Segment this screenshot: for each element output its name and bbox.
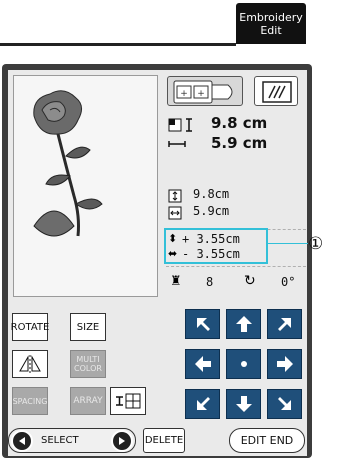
thread-count: 8 — [206, 275, 214, 289]
arrow-up-icon — [235, 316, 252, 332]
arrow-down-icon — [235, 396, 252, 412]
callout-number: ① — [308, 234, 324, 254]
dimension-icon — [168, 189, 182, 220]
center-dot-icon — [240, 361, 247, 367]
arrow-up-left-icon — [196, 318, 210, 331]
select-previous-button[interactable] — [11, 430, 33, 452]
move-up-right-button[interactable] — [267, 309, 302, 339]
horizontal-arrow-icon: ⬌ — [168, 247, 178, 260]
divider — [166, 266, 306, 267]
move-down-button[interactable] — [226, 389, 261, 419]
arrow-left-icon — [194, 356, 211, 372]
triangle-right-icon — [119, 437, 125, 445]
view-toggle-button[interactable] — [254, 76, 298, 106]
move-down-right-button[interactable] — [267, 389, 302, 419]
triangle-left-icon — [19, 437, 25, 445]
dimension-readout: 9.8cm 5.9cm — [167, 186, 302, 224]
offset-readout: ⬍ ⬌ + 3.55cm - 3.55cm — [168, 232, 288, 262]
spool-icon: ♜ — [170, 274, 182, 289]
size-height-value: 9.8 cm — [211, 114, 268, 132]
svg-text:+: + — [197, 89, 205, 99]
select-label: SELECT — [41, 435, 79, 446]
dimension-width: 5.9cm — [193, 204, 230, 218]
size-readout: 9.8 cm 5.9 cm — [167, 114, 302, 156]
tab-line-2: Edit — [260, 23, 282, 37]
thread-mark-button[interactable] — [110, 387, 146, 415]
rose-design-image — [33, 90, 103, 237]
direction-pad — [185, 309, 303, 419]
horizontal-offset: - 3.55cm — [182, 247, 240, 261]
count-angle-row: ♜ 8 ↻ 0° — [168, 273, 303, 294]
rotation-angle: 0° — [281, 275, 296, 289]
embroidery-edit-tab[interactable]: Embroidery Edit — [236, 3, 306, 44]
arrow-up-right-icon — [277, 318, 291, 331]
multi-color-label-2: COLOR — [74, 364, 102, 373]
tab-rule — [0, 43, 236, 46]
move-up-left-button[interactable] — [185, 309, 220, 339]
mirror-icon — [19, 355, 41, 373]
tab-line-1: Embroidery — [239, 10, 303, 24]
vertical-arrow-icon: ⬍ — [168, 232, 178, 245]
move-right-button[interactable] — [267, 349, 302, 379]
arrow-down-right-icon — [277, 397, 291, 410]
vertical-offset: + 3.55cm — [182, 232, 240, 246]
rotate-button[interactable]: ROTATE — [11, 313, 49, 341]
pattern-preview — [13, 75, 158, 297]
array-button: ARRAY — [70, 387, 106, 415]
edit-end-button[interactable]: EDIT END — [229, 428, 305, 453]
dimension-height: 9.8cm — [193, 187, 230, 201]
hoop-icon: + + — [173, 80, 233, 104]
arrow-down-left-icon — [196, 397, 210, 410]
hoop-selector[interactable]: + + — [167, 76, 243, 106]
delete-button[interactable]: DELETE — [143, 428, 185, 453]
rotate-angle-icon: ↻ — [244, 273, 256, 289]
center-button[interactable] — [226, 349, 261, 379]
size-width-value: 5.9 cm — [211, 134, 268, 152]
mirror-button[interactable] — [12, 350, 48, 378]
svg-text:+: + — [180, 89, 188, 99]
frame-view-icon — [262, 81, 292, 103]
size-button[interactable]: SIZE — [70, 313, 106, 341]
arrow-right-icon — [276, 356, 293, 372]
select-control: SELECT — [8, 428, 136, 453]
spacing-button: SPACING — [12, 387, 48, 415]
move-up-button[interactable] — [226, 309, 261, 339]
thread-mark-icon — [116, 393, 141, 409]
size-icon — [168, 118, 192, 147]
callout-line — [268, 243, 308, 244]
multi-color-button: MULTI COLOR — [70, 350, 106, 378]
select-next-button[interactable] — [111, 430, 133, 452]
multi-color-label-1: MULTI — [76, 355, 100, 364]
move-left-button[interactable] — [185, 349, 220, 379]
move-down-left-button[interactable] — [185, 389, 220, 419]
